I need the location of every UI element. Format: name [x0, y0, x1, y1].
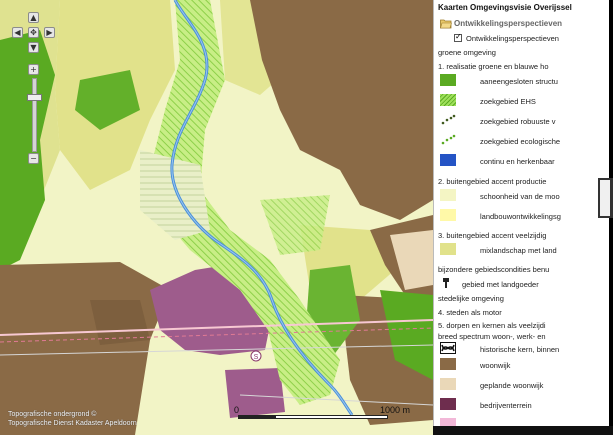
swatch-bedrijventerrein	[440, 398, 456, 410]
legend-title: Kaarten Omgevingsvisie Overijssel	[438, 3, 572, 12]
legend-item-zoekgebied-ehs: zoekgebied EHS	[480, 97, 536, 106]
layer-checkbox[interactable]	[454, 32, 462, 42]
swatch-historische-kern	[440, 342, 456, 354]
pan-down-button[interactable]: ▼	[28, 42, 39, 53]
legend-heading-groene-omgeving: groene omgeving	[438, 48, 496, 57]
map-viewer: S ▲ ◀ ✥ ▶ ▼ + − Topografische ondergrond…	[0, 0, 613, 435]
legend-item-schoonheid: schoonheid van de moo	[480, 192, 560, 201]
pan-up-button[interactable]: ▲	[28, 12, 39, 23]
legend-heading-buitengebied-veelzijdig: 3. buitengebied accent veelzijdig	[438, 231, 547, 240]
layer-checkbox-label: Ontwikkelingsperspectieven	[466, 34, 559, 43]
legend-scrollbar-thumb[interactable]	[600, 180, 610, 216]
map-graphics: S	[0, 0, 433, 435]
swatch-robuuste-verbinding	[441, 114, 456, 125]
legend-item-historische-kern: historische kern, binnen	[480, 345, 560, 354]
scale-label-max: 1000 m	[380, 405, 411, 415]
legend-item-robuuste-verbinding: zoekgebied robuuste v	[480, 117, 556, 126]
legend-heading-steden-als-motor: 4. steden als motor	[438, 308, 502, 317]
legend-heading-stedelijke-omgeving: stedelijke omgeving	[438, 294, 504, 303]
swatch-woonwijk	[440, 358, 456, 370]
swatch-schoonheid	[440, 189, 456, 201]
swatch-ecologische-verbinding	[441, 134, 456, 145]
legend-item-landgoederen: gebied met landgoeder	[462, 280, 539, 289]
layer-group-title[interactable]: Ontwikkelingsperspectieven	[454, 19, 562, 28]
map-canvas[interactable]: S ▲ ◀ ✥ ▶ ▼ + − Topografische ondergrond…	[0, 0, 433, 435]
station-marker-label: S	[254, 354, 259, 361]
legend-heading-bijzondere-gebiedscondities: bijzondere gebiedscondities benu	[438, 265, 550, 274]
legend-item-mixlandschap: mixlandschap met land	[480, 246, 557, 255]
swatch-continu-herkenbaar	[440, 154, 456, 166]
swatch-mixlandschap	[440, 243, 456, 255]
legend-heading-breed-spectrum: breed spectrum woon-, werk- en	[438, 332, 546, 341]
legend-item-woonwijk: woonwijk	[480, 361, 511, 370]
swatch-zoekgebied-ehs	[440, 94, 456, 106]
legend-heading-buitengebied-productie: 2. buitengebied accent productie	[438, 177, 547, 186]
swatch-aaneengesloten	[440, 74, 456, 86]
zoom-slider-handle[interactable]	[27, 94, 42, 101]
scale-bar-segment	[238, 415, 276, 419]
folder-icon	[440, 19, 452, 29]
legend-item-continu-herkenbaar: continu en herkenbaar	[480, 157, 555, 166]
zoom-out-button[interactable]: −	[28, 153, 39, 164]
legend-item-ecologische-verbinding: zoekgebied ecologische	[480, 137, 561, 146]
zoom-slider-track[interactable]	[32, 78, 37, 152]
legend-heading-dorpen-en-kernen: 5. dorpen en kernen als veelzijdi	[438, 321, 546, 330]
legend-item-aaneengesloten: aaneengesloten structu	[480, 77, 558, 86]
map-attribution: Topografische ondergrond © Topografische…	[8, 410, 137, 428]
pin-icon	[443, 278, 449, 288]
zoom-in-button[interactable]: +	[28, 64, 39, 75]
legend-item-geplande-woonwijk: geplande woonwijk	[480, 381, 544, 390]
attribution-line-2: Topografische Dienst Kadaster Apeldoorn	[8, 420, 137, 427]
bottom-strip	[433, 426, 613, 435]
legend-item-bedrijventerrein: bedrijventerrein	[480, 401, 532, 410]
attribution-line-1: Topografische ondergrond ©	[8, 411, 97, 418]
swatch-next-item	[440, 418, 456, 426]
scale-label-zero: 0	[234, 405, 240, 415]
swatch-landbouwontwikkeling	[440, 209, 456, 221]
pan-right-button[interactable]: ▶	[44, 27, 55, 38]
pan-left-button[interactable]: ◀	[12, 27, 23, 38]
swatch-geplande-woonwijk	[440, 378, 456, 390]
legend-item-landbouwontwikkeling: landbouwontwikkelingsg	[480, 212, 561, 221]
pan-center-button[interactable]: ✥	[28, 27, 39, 38]
legend-panel: Kaarten Omgevingsvisie Overijssel Ontwik…	[433, 0, 609, 426]
legend-heading-realisatie: 1. realisatie groene en blauwe ho	[438, 62, 549, 71]
